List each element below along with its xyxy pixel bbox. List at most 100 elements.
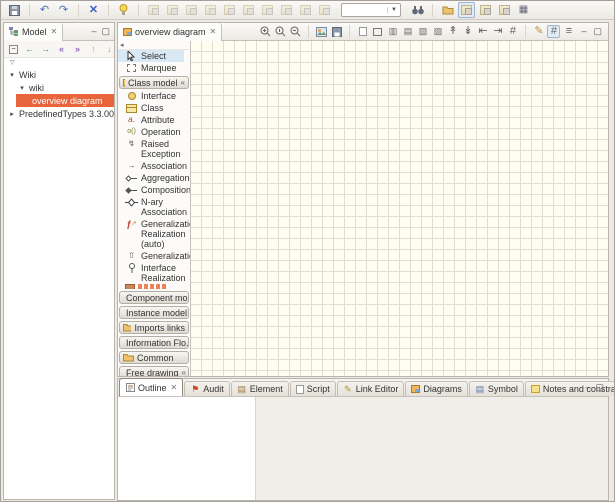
- sync-with-explorer-button[interactable]: [458, 2, 475, 18]
- align-right-button[interactable]: ▧: [416, 25, 429, 38]
- next-element-button[interactable]: »: [71, 43, 84, 56]
- expand-twisty-icon[interactable]: ▾: [8, 71, 16, 79]
- palette-tool-select[interactable]: Select: [118, 50, 184, 62]
- maximize-button[interactable]: ▢: [101, 27, 110, 36]
- minimize-button[interactable]: –: [581, 27, 586, 36]
- save-button[interactable]: [6, 2, 23, 18]
- create-diagram-button-2[interactable]: [164, 2, 181, 18]
- same-width-button[interactable]: ⇤: [476, 25, 489, 38]
- show-guides-button[interactable]: ≡: [562, 25, 575, 38]
- undo-button[interactable]: ↶: [36, 2, 53, 18]
- page-setup-button[interactable]: [356, 25, 369, 38]
- palette-section-component-model[interactable]: Component mo...: [119, 291, 189, 304]
- clipped-palette-item[interactable]: [118, 284, 190, 289]
- palette-item-nary-association[interactable]: N-ary Association: [118, 196, 190, 218]
- palette-tool-marquee[interactable]: Marquee: [118, 62, 190, 74]
- swap-view-button[interactable]: [496, 2, 513, 18]
- palette-item-interface[interactable]: Interface: [118, 90, 190, 102]
- tree-item-wiki-project[interactable]: ▾ Wiki: [4, 68, 114, 81]
- snap-to-grid-button[interactable]: #: [547, 25, 560, 38]
- folder-icon: [442, 5, 454, 15]
- create-diagram-button-1[interactable]: [145, 2, 162, 18]
- outline-view-content[interactable]: [118, 397, 256, 500]
- zoom-in-button[interactable]: [259, 25, 272, 38]
- tab-element[interactable]: ▤ Element: [231, 381, 289, 396]
- navigate-back-button[interactable]: ←: [23, 43, 36, 56]
- search-combo[interactable]: ▼: [341, 3, 401, 17]
- palette-section-class-model[interactable]: Class model «: [119, 76, 189, 89]
- palette-item-class[interactable]: Class: [118, 102, 190, 114]
- palette-collapse-button[interactable]: ◂: [118, 41, 190, 50]
- same-height-button[interactable]: ⇥: [491, 25, 504, 38]
- tab-audit[interactable]: ⚑ Audit: [184, 381, 230, 396]
- close-icon[interactable]: ✕: [210, 27, 217, 36]
- tab-diagrams[interactable]: Diagrams: [405, 381, 468, 396]
- tab-link-editor[interactable]: ✎ Link Editor: [337, 381, 405, 396]
- tree-item-overview-diagram[interactable]: overview diagram: [16, 94, 114, 107]
- palette-section-instance-model[interactable]: Instance model: [119, 306, 189, 319]
- create-diagram-button-4[interactable]: [202, 2, 219, 18]
- zoom-original-button[interactable]: [274, 25, 287, 38]
- create-diagram-button-5[interactable]: [221, 2, 238, 18]
- maximize-button[interactable]: ▢: [593, 27, 602, 36]
- show-grid-button[interactable]: #: [506, 25, 519, 38]
- delete-button[interactable]: ✕: [85, 2, 102, 18]
- fit-to-content-button[interactable]: [371, 25, 384, 38]
- minimize-button[interactable]: –: [91, 27, 96, 36]
- redo-button[interactable]: ↷: [55, 2, 72, 18]
- palette-item-aggregation[interactable]: Aggregation: [118, 172, 190, 184]
- collapsed-twisty-icon[interactable]: ▸: [8, 110, 16, 118]
- palette-item-generalization-realization-auto[interactable]: ƒ↗ Generalizatio... Realization (auto): [118, 218, 190, 250]
- move-down-button[interactable]: ↓: [103, 43, 114, 56]
- create-diagram-button-7[interactable]: [259, 2, 276, 18]
- previous-element-button[interactable]: «: [55, 43, 68, 56]
- create-diagram-button-6[interactable]: [240, 2, 257, 18]
- diagram-canvas[interactable]: [191, 41, 608, 376]
- close-icon[interactable]: ✕: [171, 383, 178, 392]
- close-icon[interactable]: ✕: [51, 27, 58, 36]
- minimize-button[interactable]: –: [585, 383, 590, 392]
- open-folder-button[interactable]: [439, 2, 456, 18]
- export-image-button[interactable]: [315, 25, 328, 38]
- palette-section-information-flow[interactable]: Information Flo...: [119, 336, 189, 349]
- tab-model[interactable]: Model ✕: [4, 23, 63, 41]
- maximize-button[interactable]: ▢: [595, 383, 604, 392]
- expand-twisty-icon[interactable]: ▾: [18, 84, 26, 92]
- create-table-button-3[interactable]: [316, 2, 333, 18]
- palette-section-common[interactable]: Common: [119, 351, 189, 364]
- align-center-button[interactable]: ▤: [401, 25, 414, 38]
- palette-item-composition[interactable]: Composition: [118, 184, 190, 196]
- search-button[interactable]: [409, 2, 426, 18]
- palette-item-interface-realization[interactable]: Interface Realization: [118, 262, 190, 284]
- raise-element-button[interactable]: ↟: [446, 25, 459, 38]
- save-diagram-button[interactable]: [330, 25, 343, 38]
- tree-item-predefined-types[interactable]: ▸ PredefinedTypes 3.3.00: [4, 107, 114, 120]
- lower-element-button[interactable]: ↡: [461, 25, 474, 38]
- palette-item-generalization[interactable]: ⇧ Generalization: [118, 250, 190, 262]
- tree-item-wiki-package[interactable]: ▾ wiki: [4, 81, 114, 94]
- palette-item-raised-exception[interactable]: ↯ Raised Exception: [118, 138, 190, 160]
- hint-button[interactable]: [115, 2, 132, 18]
- create-table-button-2[interactable]: [297, 2, 314, 18]
- view-menu-button[interactable]: ▽: [4, 58, 114, 68]
- format-painter-button[interactable]: ✎: [532, 25, 545, 38]
- grid-view-button[interactable]: ▦: [515, 2, 532, 18]
- align-top-button[interactable]: ▨: [431, 25, 444, 38]
- zoom-out-button[interactable]: [289, 25, 302, 38]
- tab-overview-diagram[interactable]: overview diagram ✕: [118, 23, 222, 41]
- palette-section-free-drawing[interactable]: Free drawing «: [119, 366, 189, 376]
- tab-symbol[interactable]: ▤ Symbol: [469, 381, 524, 396]
- move-up-button[interactable]: ↑: [87, 43, 100, 56]
- palette-item-association[interactable]: → Association: [118, 160, 190, 172]
- create-table-button-1[interactable]: [278, 2, 295, 18]
- palette-item-attribute[interactable]: a. Attribute: [118, 114, 190, 126]
- align-left-button[interactable]: ▥: [386, 25, 399, 38]
- collapse-all-button[interactable]: −: [7, 43, 20, 56]
- navigate-forward-button[interactable]: →: [39, 43, 52, 56]
- palette-section-imports-links[interactable]: Imports links: [119, 321, 189, 334]
- link-model-button[interactable]: [477, 2, 494, 18]
- tab-outline[interactable]: Outline ✕: [119, 378, 183, 396]
- create-diagram-button-3[interactable]: [183, 2, 200, 18]
- tab-script[interactable]: Script: [290, 381, 336, 396]
- palette-item-operation[interactable]: o() Operation: [118, 126, 190, 138]
